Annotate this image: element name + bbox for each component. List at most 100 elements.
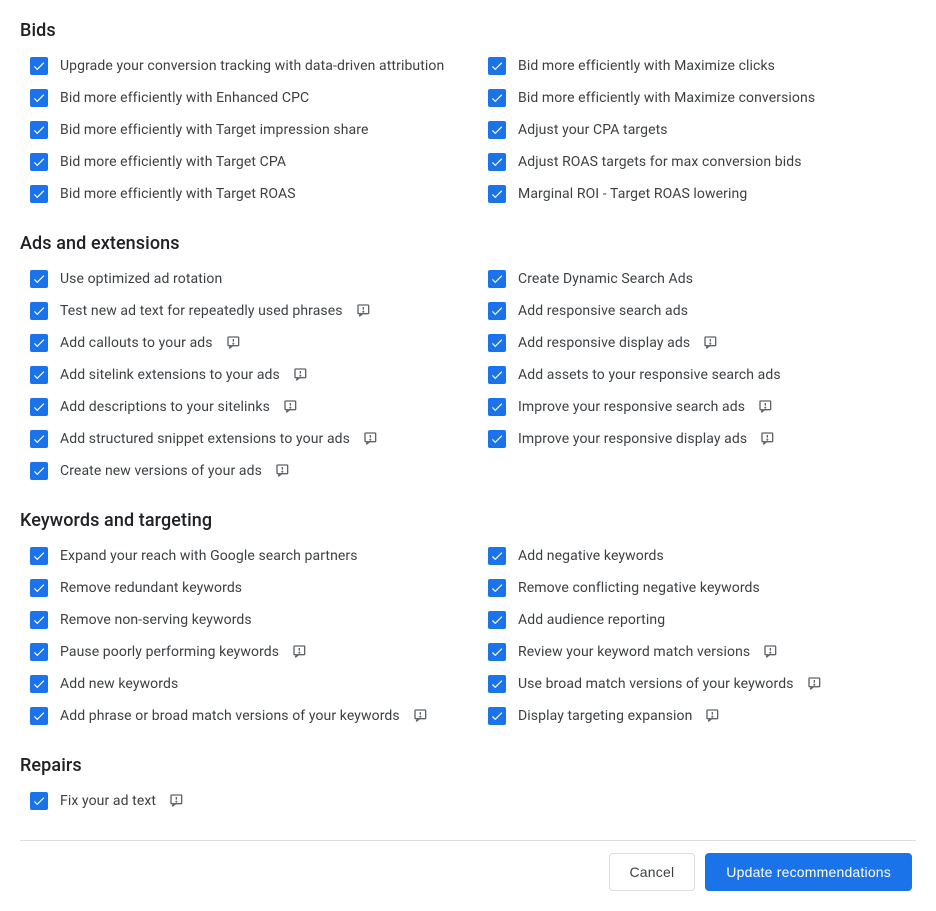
checkbox-expand-your-reach-with-google-search-partners[interactable]: [30, 547, 48, 565]
announcement-icon[interactable]: [362, 431, 380, 447]
recommendation-item-bid-more-efficiently-with-enhanced-cpc: Bid more efficiently with Enhanced CPC: [20, 87, 458, 109]
checkbox-adjust-your-cpa-targets[interactable]: [488, 121, 506, 139]
announcement-icon[interactable]: [291, 644, 309, 660]
checkbox-add-descriptions-to-your-sitelinks[interactable]: [30, 398, 48, 416]
checkbox-bid-more-efficiently-with-target-cpa[interactable]: [30, 153, 48, 171]
recommendation-label: Add descriptions to your sitelinks: [60, 399, 270, 415]
checkbox-add-audience-reporting[interactable]: [488, 611, 506, 629]
checkbox-review-your-keyword-match-versions[interactable]: [488, 643, 506, 661]
recommendation-item-remove-non-serving-keywords: Remove non-serving keywords: [20, 609, 458, 631]
recommendation-label: Bid more efficiently with Target impress…: [60, 122, 368, 138]
announcement-icon[interactable]: [412, 708, 430, 724]
checkbox-add-assets-to-your-responsive-search-ads[interactable]: [488, 366, 506, 384]
checkbox-improve-your-responsive-search-ads[interactable]: [488, 398, 506, 416]
update-recommendations-button[interactable]: Update recommendations: [705, 853, 912, 891]
recommendation-label: Add audience reporting: [518, 612, 665, 628]
recommendation-label: Remove non-serving keywords: [60, 612, 252, 628]
checkbox-remove-conflicting-negative-keywords[interactable]: [488, 579, 506, 597]
recommendation-item-remove-redundant-keywords: Remove redundant keywords: [20, 577, 458, 599]
recommendation-label: Create Dynamic Search Ads: [518, 271, 693, 287]
checkbox-bid-more-efficiently-with-maximize-conversions[interactable]: [488, 89, 506, 107]
recommendation-item-create-dynamic-search-ads: Create Dynamic Search Ads: [478, 268, 916, 290]
recommendation-label: Remove redundant keywords: [60, 580, 242, 596]
recommendation-label: Add responsive search ads: [518, 303, 688, 319]
checkbox-bid-more-efficiently-with-target-roas[interactable]: [30, 185, 48, 203]
recommendation-label: Bid more efficiently with Enhanced CPC: [60, 90, 309, 106]
recommendation-item-adjust-roas-targets-for-max-conversion-bids: Adjust ROAS targets for max conversion b…: [478, 151, 916, 173]
checkbox-bid-more-efficiently-with-enhanced-cpc[interactable]: [30, 89, 48, 107]
recommendation-item-upgrade-your-conversion-tracking-with-data-driven-attribution: Upgrade your conversion tracking with da…: [20, 55, 458, 77]
announcement-icon[interactable]: [355, 303, 373, 319]
announcement-icon[interactable]: [168, 793, 186, 809]
checkbox-add-callouts-to-your-ads[interactable]: [30, 334, 48, 352]
recommendation-label: Bid more efficiently with Target ROAS: [60, 186, 296, 202]
recommendation-item-review-your-keyword-match-versions: Review your keyword match versions: [478, 641, 916, 663]
column-left: Expand your reach with Google search par…: [20, 545, 458, 727]
announcement-icon[interactable]: [759, 431, 777, 447]
section-title-repairs: Repairs: [20, 755, 916, 776]
checkbox-upgrade-your-conversion-tracking-with-data-driven-attribution[interactable]: [30, 57, 48, 75]
section-title-keywords-and-targeting: Keywords and targeting: [20, 510, 916, 531]
recommendation-item-add-sitelink-extensions-to-your-ads: Add sitelink extensions to your ads: [20, 364, 458, 386]
checkbox-bid-more-efficiently-with-maximize-clicks[interactable]: [488, 57, 506, 75]
announcement-icon[interactable]: [806, 676, 824, 692]
recommendation-label: Add negative keywords: [518, 548, 664, 564]
announcement-icon[interactable]: [702, 335, 720, 351]
recommendation-item-add-negative-keywords: Add negative keywords: [478, 545, 916, 567]
checkbox-add-sitelink-extensions-to-your-ads[interactable]: [30, 366, 48, 384]
section-repairs: RepairsFix your ad text: [20, 755, 916, 812]
recommendation-item-add-callouts-to-your-ads: Add callouts to your ads: [20, 332, 458, 354]
recommendation-label: Marginal ROI - Target ROAS lowering: [518, 186, 747, 202]
section-ads-and-extensions: Ads and extensions Use optimized ad rotat…: [20, 233, 916, 482]
checkbox-remove-redundant-keywords[interactable]: [30, 579, 48, 597]
checkbox-marginal-roi-target-roas-lowering[interactable]: [488, 185, 506, 203]
checkbox-add-negative-keywords[interactable]: [488, 547, 506, 565]
recommendation-label: Bid more efficiently with Maximize conve…: [518, 90, 815, 106]
recommendation-label: Bid more efficiently with Target CPA: [60, 154, 286, 170]
column-right: [478, 790, 916, 812]
recommendation-label: Add assets to your responsive search ads: [518, 367, 781, 383]
recommendation-item-add-descriptions-to-your-sitelinks: Add descriptions to your sitelinks: [20, 396, 458, 418]
recommendation-item-add-phrase-or-broad-match-versions-of-your-keywords: Add phrase or broad match versions of yo…: [20, 705, 458, 727]
checkbox-fix-your-ad-text[interactable]: [30, 792, 48, 810]
checkbox-add-phrase-or-broad-match-versions-of-your-keywords[interactable]: [30, 707, 48, 725]
announcement-icon[interactable]: [225, 335, 243, 351]
announcement-icon[interactable]: [704, 708, 722, 724]
checkbox-test-new-ad-text-for-repeatedly-used-phrases[interactable]: [30, 302, 48, 320]
section-keywords-and-targeting: Keywords and targeting Expand your reach …: [20, 510, 916, 727]
column-right: Bid more efficiently with Maximize click…: [478, 55, 916, 205]
checkbox-improve-your-responsive-display-ads[interactable]: [488, 430, 506, 448]
announcement-icon[interactable]: [282, 399, 300, 415]
announcement-icon[interactable]: [757, 399, 775, 415]
checkbox-use-optimized-ad-rotation[interactable]: [30, 270, 48, 288]
recommendation-label: Use broad match versions of your keyword…: [518, 676, 794, 692]
checkbox-display-targeting-expansion[interactable]: [488, 707, 506, 725]
checkbox-adjust-roas-targets-for-max-conversion-bids[interactable]: [488, 153, 506, 171]
column-left: Upgrade your conversion tracking with da…: [20, 55, 458, 205]
checkbox-add-responsive-display-ads[interactable]: [488, 334, 506, 352]
checkbox-create-new-versions-of-your-ads[interactable]: [30, 462, 48, 480]
recommendation-label: Improve your responsive search ads: [518, 399, 745, 415]
recommendation-item-bid-more-efficiently-with-target-impression-share: Bid more efficiently with Target impress…: [20, 119, 458, 141]
recommendation-item-bid-more-efficiently-with-maximize-clicks: Bid more efficiently with Maximize click…: [478, 55, 916, 77]
checkbox-bid-more-efficiently-with-target-impression-share[interactable]: [30, 121, 48, 139]
checkbox-remove-non-serving-keywords[interactable]: [30, 611, 48, 629]
announcement-icon[interactable]: [292, 367, 310, 383]
cancel-button[interactable]: Cancel: [609, 853, 696, 891]
section-title-ads-and-extensions: Ads and extensions: [20, 233, 916, 254]
recommendation-item-create-new-versions-of-your-ads: Create new versions of your ads: [20, 460, 458, 482]
checkbox-add-responsive-search-ads[interactable]: [488, 302, 506, 320]
recommendation-item-add-responsive-display-ads: Add responsive display ads: [478, 332, 916, 354]
recommendation-item-improve-your-responsive-display-ads: Improve your responsive display ads: [478, 428, 916, 450]
recommendation-item-bid-more-efficiently-with-target-cpa: Bid more efficiently with Target CPA: [20, 151, 458, 173]
recommendation-label: Add phrase or broad match versions of yo…: [60, 708, 400, 724]
checkbox-add-new-keywords[interactable]: [30, 675, 48, 693]
announcement-icon[interactable]: [762, 644, 780, 660]
checkbox-use-broad-match-versions-of-your-keywords[interactable]: [488, 675, 506, 693]
checkbox-add-structured-snippet-extensions-to-your-ads[interactable]: [30, 430, 48, 448]
checkbox-create-dynamic-search-ads[interactable]: [488, 270, 506, 288]
recommendation-label: Use optimized ad rotation: [60, 271, 222, 287]
recommendation-label: Create new versions of your ads: [60, 463, 262, 479]
checkbox-pause-poorly-performing-keywords[interactable]: [30, 643, 48, 661]
announcement-icon[interactable]: [274, 463, 292, 479]
